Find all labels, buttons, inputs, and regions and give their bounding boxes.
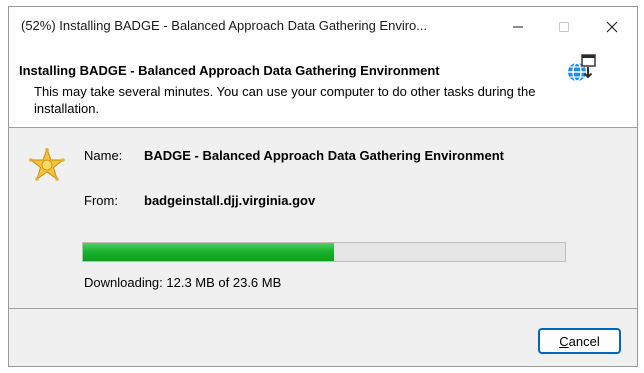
maximize-icon bbox=[559, 22, 569, 32]
header-description: This may take several minutes. You can u… bbox=[34, 84, 536, 116]
footer-panel: Cancel bbox=[9, 309, 637, 366]
from-value: badgeinstall.djj.virginia.gov bbox=[144, 193, 316, 208]
details-panel: Name: BADGE - Balanced Approach Data Gat… bbox=[9, 128, 637, 308]
cancel-access-key: C bbox=[559, 333, 569, 349]
globe-download-icon bbox=[568, 54, 596, 82]
title-bar[interactable]: (52%) Installing BADGE - Balanced Approa… bbox=[9, 7, 637, 47]
from-label: From: bbox=[84, 193, 118, 208]
close-button[interactable] bbox=[589, 7, 635, 47]
download-status: Downloading: 12.3 MB of 23.6 MB bbox=[84, 275, 282, 290]
maximize-button bbox=[541, 7, 587, 47]
close-icon bbox=[606, 21, 618, 33]
installer-window: (52%) Installing BADGE - Balanced Approa… bbox=[8, 6, 638, 367]
header-panel: Installing BADGE - Balanced Approach Dat… bbox=[9, 47, 637, 127]
cancel-button[interactable]: Cancel bbox=[538, 328, 621, 354]
name-label: Name: bbox=[84, 148, 123, 163]
window-title: (52%) Installing BADGE - Balanced Approa… bbox=[21, 18, 428, 33]
minimize-button[interactable] bbox=[495, 7, 541, 47]
download-progress-bar bbox=[82, 242, 566, 262]
cancel-label: ancel bbox=[568, 333, 600, 349]
header-title: Installing BADGE - Balanced Approach Dat… bbox=[19, 63, 440, 78]
sheriff-star-badge-icon bbox=[29, 148, 65, 181]
name-value: BADGE - Balanced Approach Data Gathering… bbox=[144, 148, 504, 163]
progress-fill bbox=[83, 243, 334, 261]
minimize-icon bbox=[513, 26, 523, 28]
